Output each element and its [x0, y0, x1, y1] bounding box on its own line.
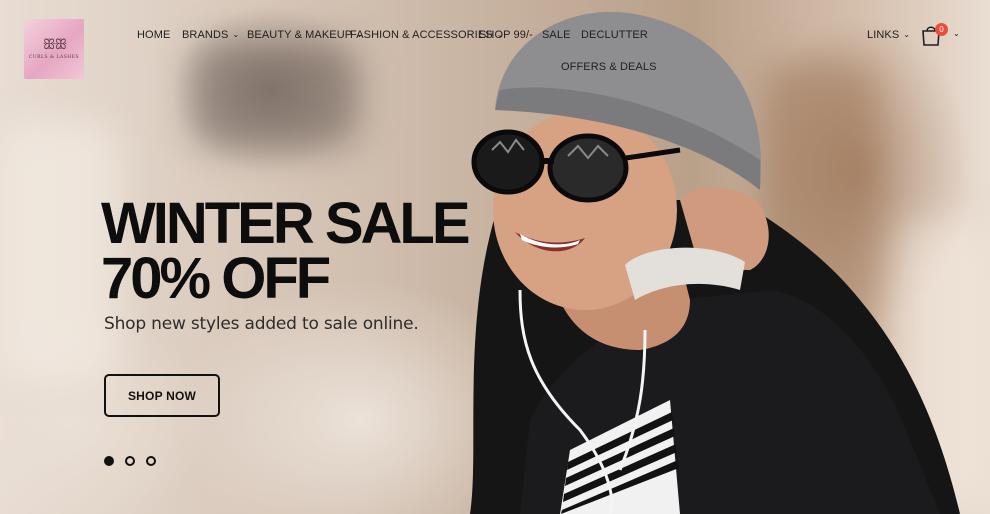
nav-sale-label: Sale	[542, 29, 571, 41]
hero-headline: WINTER SALE 70% OFF	[101, 195, 471, 308]
nav-declutter[interactable]: Declutter	[581, 29, 648, 41]
nav-home-label: Home	[137, 29, 171, 41]
brand-logo[interactable]: ꕥ ꕥ CURLS & LASHES	[24, 19, 84, 79]
nav-home[interactable]: Home	[137, 29, 170, 41]
nav-declutter-label: Declutter	[581, 29, 648, 41]
hero-subline: Shop new styles added to sale online.	[104, 314, 419, 334]
chevron-down-icon[interactable]: ⌄	[953, 29, 960, 38]
cart-count-badge: 0	[935, 23, 948, 36]
nav-links[interactable]: Links ⌄	[867, 29, 910, 41]
chevron-down-icon: ⌄	[903, 29, 911, 39]
nav-offers-deals[interactable]: Offers & Deals	[561, 61, 657, 73]
carousel-dot-2[interactable]	[125, 456, 135, 466]
nav-links-label: Links	[867, 29, 900, 41]
carousel-dot-3[interactable]	[146, 456, 156, 466]
shop-now-button[interactable]: SHOP NOW	[104, 374, 220, 417]
logo-mark: ꕥ ꕥ	[42, 37, 68, 53]
chevron-down-icon: ⌄	[232, 29, 240, 39]
logo-name: CURLS & LASHES	[28, 55, 80, 60]
nav-beauty-makeup[interactable]: Beauty & Makeup ⌄	[247, 29, 363, 41]
headline-line-2: 70% OFF	[101, 246, 331, 311]
nav-fashion-label: Fashion & Accessories	[350, 29, 493, 41]
nav-offers-label: Offers & Deals	[561, 61, 657, 73]
nav-shop99-label: Shop 99/-	[479, 29, 533, 41]
carousel-pagination	[104, 456, 156, 466]
nav-shop-99[interactable]: Shop 99/-	[479, 29, 533, 41]
nav-sale[interactable]: Sale	[542, 29, 571, 41]
carousel-dot-1[interactable]	[104, 456, 114, 466]
nav-beauty-label: Beauty & Makeup	[247, 29, 353, 41]
nav-brands-label: Brands	[182, 29, 229, 41]
nav-brands[interactable]: Brands ⌄	[182, 29, 239, 41]
site-header: ꕥ ꕥ CURLS & LASHES Home Brands ⌄ Beauty …	[0, 0, 990, 90]
